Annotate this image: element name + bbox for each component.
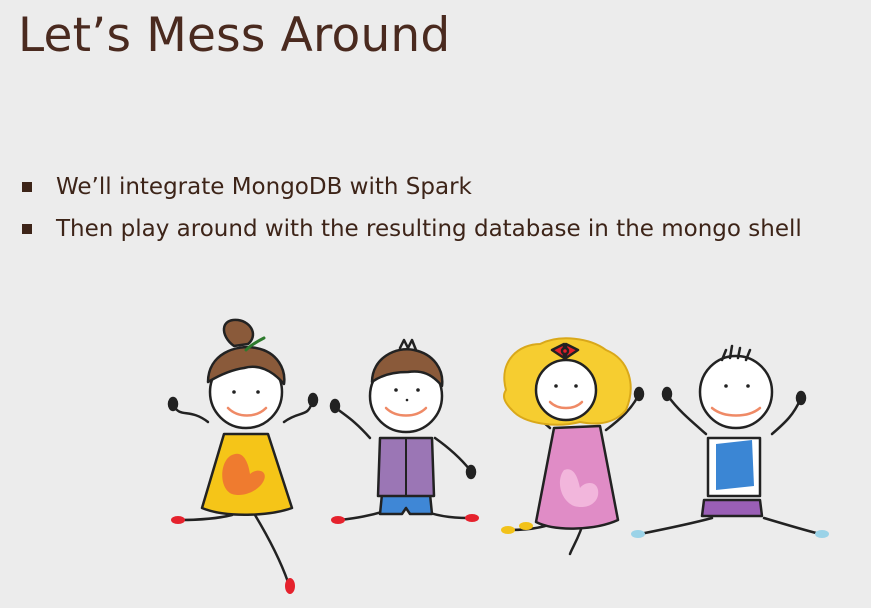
slide: Let’s Mess Around We’ll integrate MongoD…: [0, 0, 871, 608]
boy-spiky-hair: [631, 344, 829, 538]
bullet-item-2: Then play around with the resulting data…: [22, 208, 802, 250]
girl-blonde-hair: [501, 337, 645, 556]
square-bullet-icon: [22, 224, 32, 234]
kids-jumping-illustration: [167, 318, 829, 594]
bullet-text-2: Then play around with the resulting data…: [56, 216, 802, 242]
bullet-item-1: We’ll integrate MongoDB with Spark: [22, 166, 802, 208]
bullet-text-1: We’ll integrate MongoDB with Spark: [56, 174, 472, 200]
square-bullet-icon: [22, 182, 32, 192]
boy-brown-hair: [329, 338, 479, 524]
bullet-list: We’ll integrate MongoDB with Spark Then …: [22, 166, 802, 250]
slide-title: Let’s Mess Around: [18, 8, 451, 63]
girl-brown-hair: [167, 318, 319, 594]
